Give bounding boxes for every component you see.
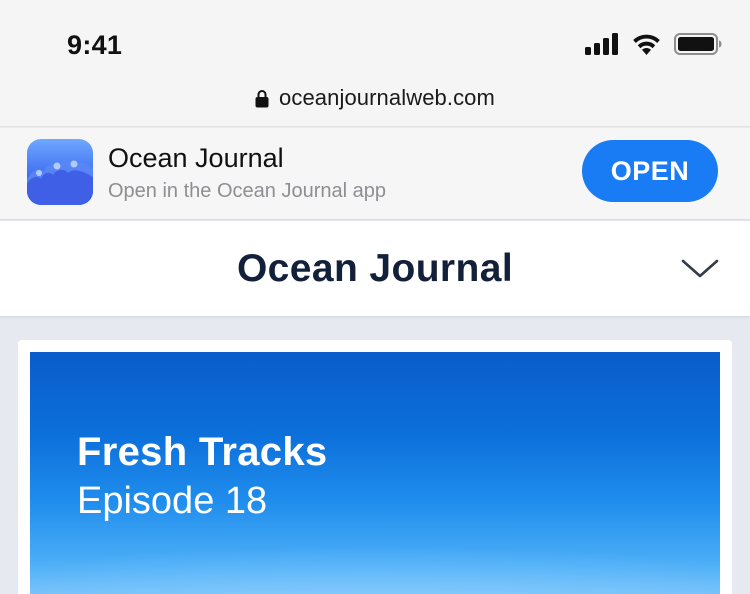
status-time: 9:41 [67,30,123,60]
site-header: Ocean Journal [0,221,750,317]
status-icons [585,33,722,55]
app-name: Ocean Journal [108,143,284,173]
app-banner: Ocean Journal Open in the Ocean Journal … [0,128,750,220]
url-bar[interactable]: oceanjournalweb.com [0,70,750,127]
feature-subtitle: Episode 18 [77,480,268,522]
status-bar: 9:41 [0,0,750,70]
chevron-down-icon[interactable] [681,259,719,279]
wifi-icon [633,34,660,55]
signal-icon [585,33,618,55]
battery-icon [674,33,722,55]
feature-hero-image[interactable]: Fresh Tracks Episode 18 [30,352,720,594]
app-wave-icon[interactable] [27,139,93,205]
app-subtitle: Open in the Ocean Journal app [108,180,386,202]
lock-icon [255,89,269,107]
site-title[interactable]: Ocean Journal [0,247,750,291]
feature-card[interactable]: Fresh Tracks Episode 18 [18,340,732,594]
url-text: oceanjournalweb.com [279,85,495,110]
feature-title: Fresh Tracks [77,430,328,474]
open-app-button[interactable]: OPEN [582,140,718,202]
